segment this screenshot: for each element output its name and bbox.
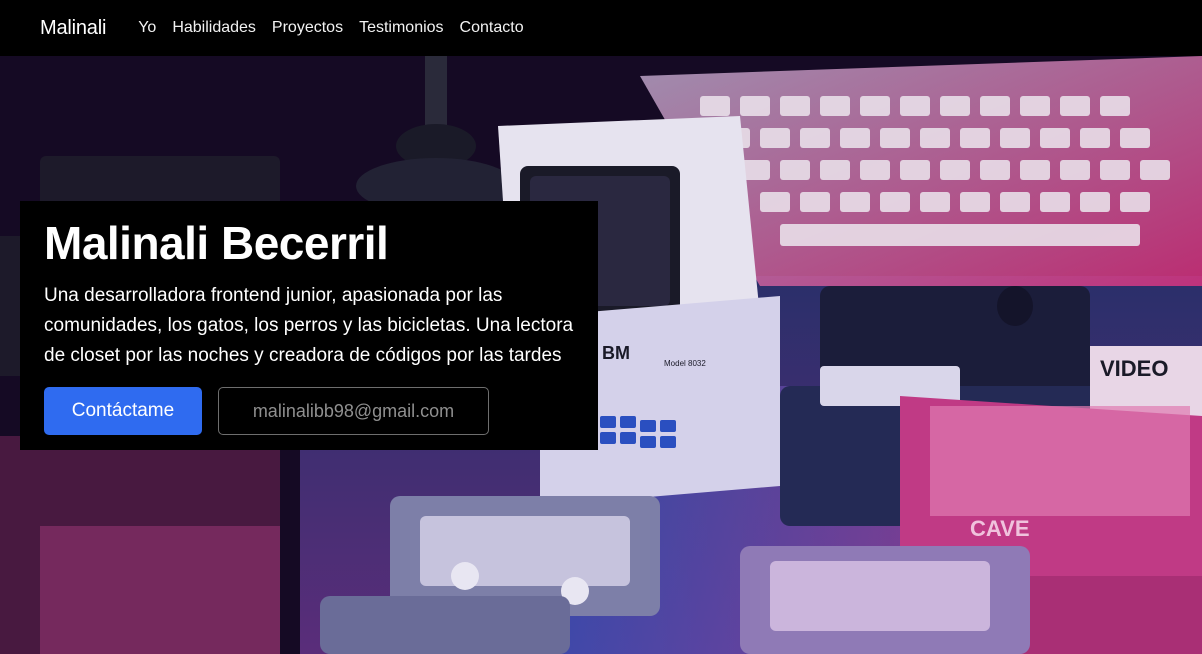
nav-link-proyectos[interactable]: Proyectos [264,19,351,37]
brand-link[interactable]: Malinali [40,17,106,40]
monitor-model-text: Model 8032 [664,359,706,368]
hero-description: Una desarrolladora frontend junior, apas… [44,285,574,366]
nav-link-contacto[interactable]: Contacto [452,19,532,37]
hero-actions: Contáctame malinalibb98@gmail.com [44,387,574,435]
monitor-brand-text: BM [602,343,630,363]
hero-intro-card: Malinali Becerril Una desarrolladora fro… [20,201,598,450]
nav-links: Yo Habilidades Proyectos Testimonios Con… [130,19,531,37]
top-navbar: Malinali Yo Habilidades Proyectos Testim… [0,0,1202,56]
hero-section: BM Model 8032 VIDEO CAVE Malinali Becerr… [0,56,1202,654]
nav-link-yo[interactable]: Yo [130,19,164,37]
box-label-cave: CAVE [970,516,1030,541]
hero-title: Malinali Becerril [44,217,389,269]
box-label-video: VIDEO [1100,356,1168,381]
contact-button[interactable]: Contáctame [44,387,202,435]
nav-link-habilidades[interactable]: Habilidades [164,19,264,37]
email-button[interactable]: malinalibb98@gmail.com [218,387,489,435]
nav-link-testimonios[interactable]: Testimonios [351,19,451,37]
